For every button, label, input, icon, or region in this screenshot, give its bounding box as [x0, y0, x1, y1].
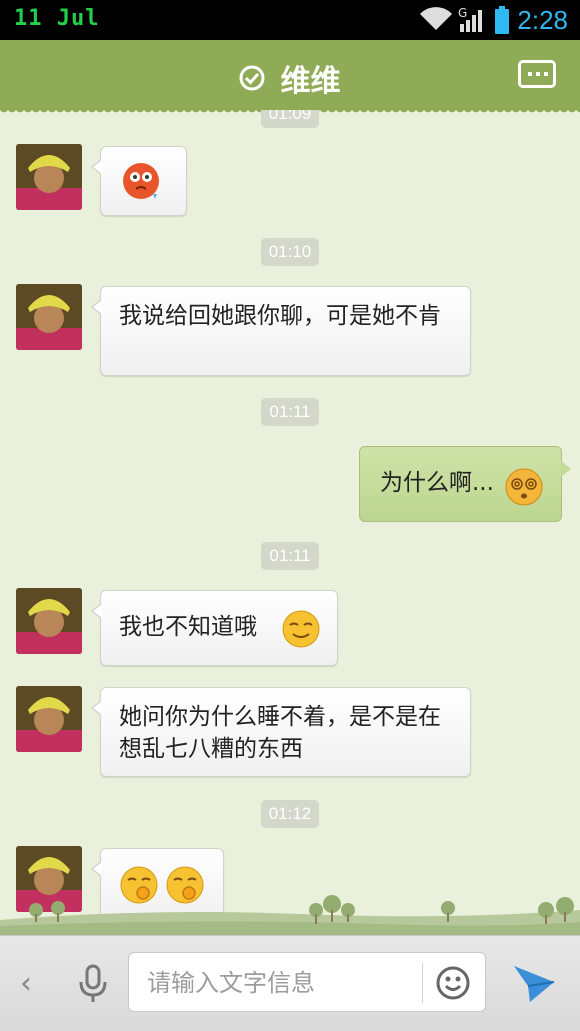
- message-text: 为什么啊...: [380, 470, 494, 496]
- status-bar: 11 Jul G 2:28: [0, 0, 580, 40]
- message-bubble-outgoing[interactable]: 为什么啊...: [359, 446, 571, 522]
- message-input[interactable]: [147, 967, 417, 999]
- chat-menu-button[interactable]: [518, 60, 556, 88]
- signal-icon: [460, 10, 482, 32]
- landscape-decoration: [0, 895, 580, 936]
- message-text: 我说给回她跟你聊，可是她不肯: [119, 303, 441, 329]
- timestamp: 01:10: [261, 238, 319, 266]
- battery-icon: [495, 6, 509, 34]
- send-arrow-icon[interactable]: [512, 962, 556, 1004]
- avatar[interactable]: [16, 144, 82, 210]
- chat-area[interactable]: 01:09 01:10 我说给回她跟你聊，可是她不肯 01:11 为什么啊...…: [0, 110, 580, 935]
- message-bubble[interactable]: 我说给回她跟你聊，可是她不肯: [91, 286, 471, 376]
- smiley-icon[interactable]: [435, 965, 471, 1001]
- contact-name: 维维: [280, 64, 341, 99]
- blushing-face-emoji: [123, 163, 159, 199]
- message-bubble[interactable]: 她问你为什么睡不着，是不是在想乱七八糟的东西: [91, 687, 471, 777]
- status-date: 11 Jul: [14, 6, 100, 31]
- chevron-left-icon[interactable]: ‹: [20, 966, 32, 1001]
- timestamp: 01:09: [261, 110, 319, 128]
- dizzy-face-emoji: [505, 468, 543, 506]
- avatar[interactable]: [16, 686, 82, 752]
- microphone-icon[interactable]: [76, 964, 110, 1004]
- check-circle-icon: [239, 65, 265, 91]
- input-bar: ‹: [0, 935, 580, 1031]
- message-text: 她问你为什么睡不着，是不是在想乱七八糟的东西: [119, 704, 441, 762]
- avatar[interactable]: [16, 588, 82, 654]
- message-input-field[interactable]: [128, 952, 486, 1012]
- message-text: 我也不知道哦: [119, 614, 257, 640]
- timestamp: 01:11: [261, 542, 319, 570]
- avatar[interactable]: [16, 284, 82, 350]
- chat-header: 维维: [0, 40, 580, 116]
- status-time: 2:28: [517, 5, 568, 35]
- message-bubble[interactable]: 我也不知道哦: [91, 590, 338, 666]
- timestamp: 01:12: [261, 800, 319, 828]
- wifi-icon: [420, 7, 452, 30]
- timestamp: 01:11: [261, 398, 319, 426]
- chat-menu-icon: [528, 72, 532, 76]
- shy-smile-emoji: [282, 610, 320, 648]
- message-bubble[interactable]: [91, 146, 187, 216]
